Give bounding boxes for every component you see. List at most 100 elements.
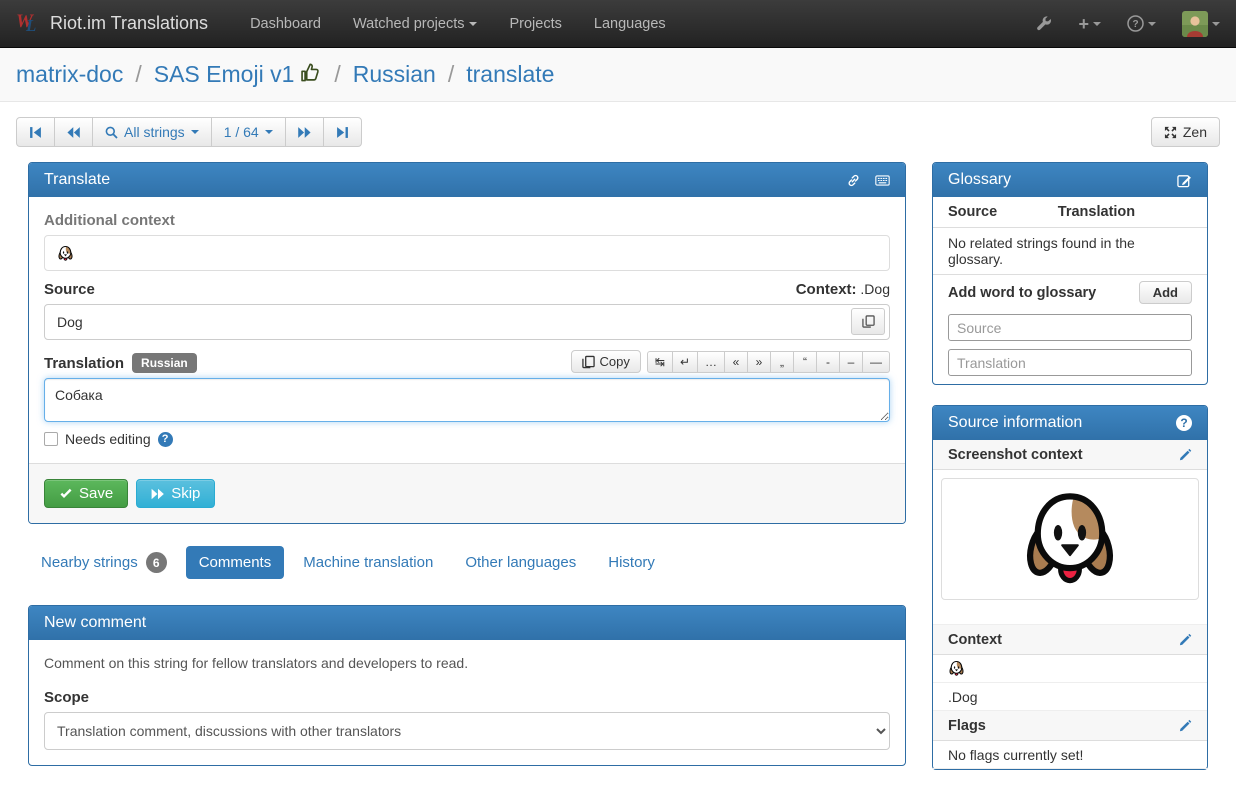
permalink-icon[interactable] <box>846 173 861 188</box>
tab-other-languages[interactable]: Other languages <box>452 546 589 579</box>
glossary-source-header: Source <box>948 204 1058 220</box>
char-low-quote-button[interactable]: „ <box>770 351 794 373</box>
source-label: Source <box>44 281 95 298</box>
source-info-help-icon[interactable]: ? <box>1176 415 1192 431</box>
user-avatar <box>1182 11 1208 37</box>
breadcrumb: matrix-doc / SAS Emoji v1 / Russian / tr… <box>0 48 1236 102</box>
add-menu-button[interactable]: + <box>1078 15 1101 33</box>
glossary-translation-header: Translation <box>1058 204 1135 220</box>
language-badge: Russian <box>132 353 197 373</box>
glossary-panel: Glossary Source Translation No related s… <box>932 162 1208 385</box>
skip-button[interactable]: Skip <box>136 479 215 508</box>
char-laquo-button[interactable]: « <box>724 351 748 373</box>
edit-glossary-icon[interactable] <box>1177 173 1192 188</box>
breadcrumb-separator: / <box>334 61 340 88</box>
caret-down-icon <box>1093 22 1101 26</box>
copy-to-translation-button[interactable]: Copy <box>571 350 641 373</box>
translation-textarea[interactable]: Собака <box>44 378 890 422</box>
next-string-button[interactable] <box>285 117 324 147</box>
char-raquo-button[interactable]: » <box>747 351 771 373</box>
glossary-empty-message: No related strings found in the glossary… <box>933 228 1207 275</box>
translate-panel-footer: Save Skip <box>29 463 905 523</box>
breadcrumb-page[interactable]: translate <box>466 61 554 88</box>
comment-scope-select[interactable]: Translation comment, discussions with ot… <box>44 712 890 750</box>
breadcrumb-component[interactable]: SAS Emoji v1 <box>154 61 323 88</box>
needs-editing-checkbox[interactable] <box>44 432 58 446</box>
flags-value-row: No flags currently set! <box>933 741 1207 769</box>
new-comment-header: New comment <box>29 606 905 640</box>
screenshot-image-box[interactable] <box>941 478 1199 600</box>
check-icon <box>59 487 73 501</box>
tab-comments[interactable]: Comments <box>186 546 285 579</box>
dog-emoji-icon <box>948 660 965 677</box>
clipboard-icon <box>582 355 595 369</box>
char-tab-button[interactable]: ↹ <box>647 351 673 373</box>
glossary-translation-input[interactable] <box>948 349 1192 376</box>
last-string-button[interactable] <box>323 117 362 147</box>
translation-toolbar: All strings 1 / 64 Zen <box>16 117 1220 147</box>
translate-panel-title: Translate <box>44 171 110 189</box>
search-filter-dropdown[interactable]: All strings <box>92 117 212 147</box>
zen-mode-button[interactable]: Zen <box>1151 117 1220 147</box>
step-backward-icon <box>29 126 42 139</box>
caret-down-icon <box>1212 22 1220 26</box>
breadcrumb-language[interactable]: Russian <box>353 61 436 88</box>
nav-projects[interactable]: Projects <box>495 2 575 46</box>
screenshot-context-cell <box>933 470 1207 625</box>
tab-nearby-strings[interactable]: Nearby strings 6 <box>28 544 180 581</box>
copy-source-button[interactable] <box>851 308 885 335</box>
new-comment-title: New comment <box>44 614 146 632</box>
additional-context-box <box>44 235 890 271</box>
edit-flags-icon[interactable] <box>1179 719 1192 732</box>
glossary-add-button[interactable]: Add <box>1139 281 1192 304</box>
plus-icon: + <box>1078 15 1089 33</box>
char-toolbar: Copy ↹ ↵ … « » „ “ - – — <box>571 350 890 373</box>
char-high-quote-button[interactable]: “ <box>793 351 817 373</box>
source-string-field[interactable] <box>44 304 890 340</box>
previous-string-button[interactable] <box>54 117 93 147</box>
save-button[interactable]: Save <box>44 479 128 508</box>
nav-languages[interactable]: Languages <box>580 2 680 46</box>
needs-editing-label: Needs editing <box>65 431 151 447</box>
char-endash-button[interactable]: – <box>839 351 863 373</box>
fast-forward-icon <box>298 126 311 139</box>
brand[interactable]: WL Riot.im Translations <box>16 11 208 37</box>
keyboard-shortcuts-icon[interactable] <box>875 173 890 188</box>
edit-context-icon[interactable] <box>1179 633 1192 646</box>
admin-wrench-button[interactable] <box>1036 16 1052 32</box>
char-emdash-button[interactable]: — <box>862 351 890 373</box>
tab-machine-translation[interactable]: Machine translation <box>290 546 446 579</box>
context-value-row: .Dog <box>933 683 1207 711</box>
help-menu-button[interactable]: ? <box>1127 15 1156 32</box>
source-info-header: Source information ? <box>933 406 1207 440</box>
caret-down-icon <box>1148 22 1156 26</box>
tab-history[interactable]: History <box>595 546 668 579</box>
navbar-right-tools: + ? <box>1036 11 1220 37</box>
detail-tabs: Nearby strings 6 Comments Machine transl… <box>28 544 906 581</box>
user-menu-button[interactable] <box>1182 11 1220 37</box>
svg-text:?: ? <box>1132 19 1138 30</box>
breadcrumb-project[interactable]: matrix-doc <box>16 61 123 88</box>
nav-watched-projects[interactable]: Watched projects <box>339 2 491 46</box>
special-characters-group: ↹ ↵ … « » „ “ - – — <box>647 351 890 373</box>
context-emoji-row <box>933 655 1207 683</box>
glossary-header: Glossary <box>933 163 1207 197</box>
first-string-button[interactable] <box>16 117 55 147</box>
glossary-table-header: Source Translation <box>933 197 1207 228</box>
needs-editing-help-icon[interactable]: ? <box>158 432 173 447</box>
position-dropdown[interactable]: 1 / 64 <box>211 117 286 147</box>
weblate-logo-icon: WL <box>16 11 42 37</box>
glossary-source-input[interactable] <box>948 314 1192 341</box>
additional-context-label: Additional context <box>44 212 890 229</box>
char-hyphen-button[interactable]: - <box>816 351 840 373</box>
nearby-count-badge: 6 <box>146 552 167 573</box>
char-ellipsis-button[interactable]: … <box>697 351 725 373</box>
fast-backward-icon <box>67 126 80 139</box>
thumbs-up-icon <box>300 62 322 84</box>
char-newline-button[interactable]: ↵ <box>672 351 698 373</box>
caret-down-icon <box>469 22 477 26</box>
nav-dashboard[interactable]: Dashboard <box>236 2 335 46</box>
edit-screenshot-icon[interactable] <box>1179 448 1192 461</box>
scope-label: Scope <box>44 689 890 706</box>
context-value: .Dog <box>860 281 890 297</box>
